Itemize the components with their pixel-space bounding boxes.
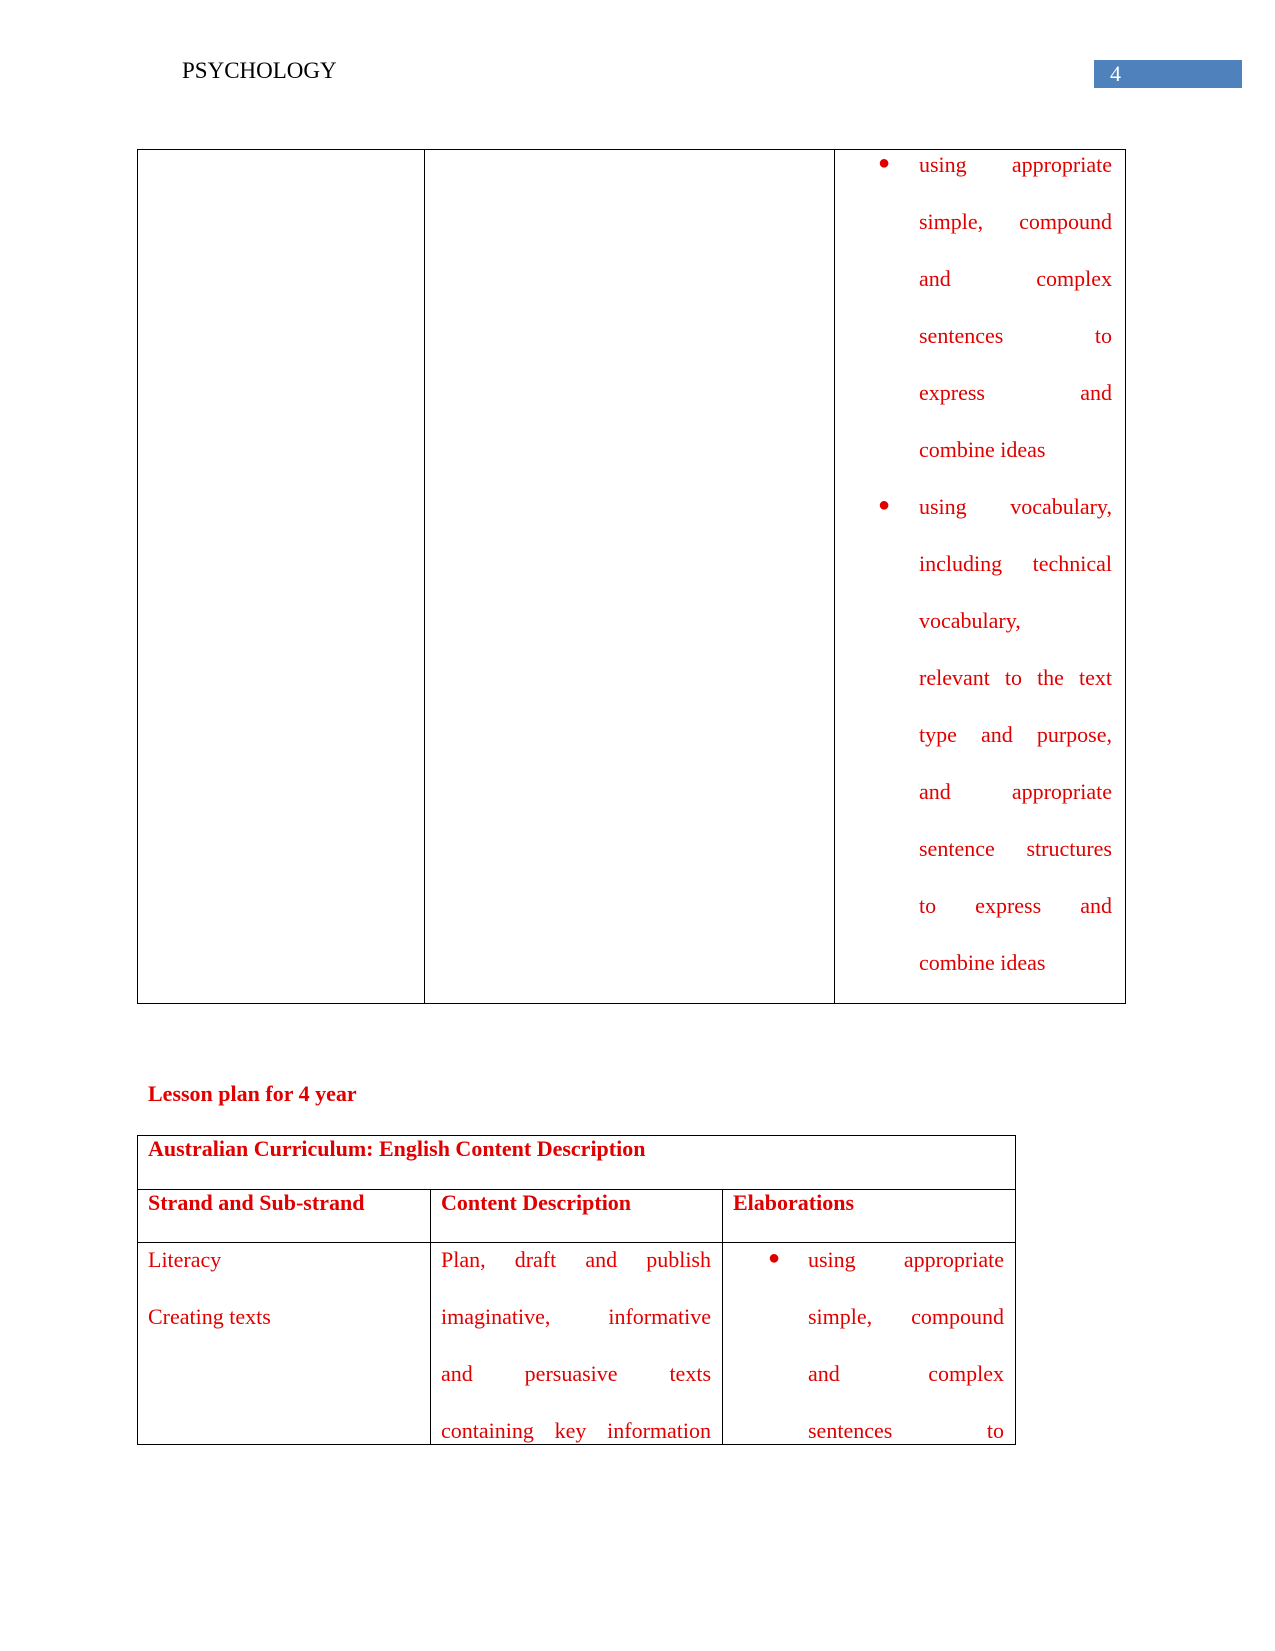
running-header: PSYCHOLOGY <box>182 58 337 83</box>
text-line: sentences to <box>919 323 1112 348</box>
text-line: sentence structures <box>919 836 1112 861</box>
text-line: combine ideas <box>919 950 1046 975</box>
text-line: to express and <box>919 893 1112 918</box>
header-content: Content Description <box>441 1190 632 1215</box>
text-line: and complex <box>919 266 1112 291</box>
text-line: vocabulary, <box>919 608 1021 633</box>
elaborations-cell: using appropriate simple, compound and com… <box>808 1244 1004 1472</box>
text-line: express and <box>919 380 1112 405</box>
text-line: using vocabulary, <box>919 494 1112 519</box>
text-line: and persuasive texts <box>441 1361 711 1386</box>
strand-text: Literacy <box>148 1247 222 1272</box>
column-divider <box>430 1189 431 1445</box>
text-line: using appropriate <box>808 1247 1004 1272</box>
substrand-text: Creating texts <box>148 1304 271 1329</box>
page-number: 4 <box>1094 60 1242 88</box>
bullet-item: using appropriate simple, compound and com… <box>919 149 1112 491</box>
lesson-title: Lesson plan for 4 year <box>148 1081 357 1106</box>
table-title: Australian Curriculum: English Content D… <box>148 1136 646 1161</box>
text-line: Plan, draft and publish <box>441 1247 711 1272</box>
text-line: type and purpose, <box>919 722 1112 747</box>
bullet-item: using vocabulary, including technical voca… <box>919 491 1112 1004</box>
row-divider <box>137 1242 1016 1243</box>
text-line: imaginative, informative <box>441 1304 711 1329</box>
content-description-cell: Plan, draft and publish imaginative, info… <box>441 1244 711 1472</box>
text-line: containing key information <box>441 1418 711 1443</box>
document-page: PSYCHOLOGY 4 ● using appropriate simple, c… <box>0 0 1275 1651</box>
bullet-icon: ● <box>878 494 891 516</box>
header-elaborations: Elaborations <box>733 1190 855 1215</box>
text-line: including technical <box>919 551 1112 576</box>
text-line: and appropriate <box>919 779 1112 804</box>
text-line: relevant to the text <box>919 665 1112 690</box>
text-line: simple, compound <box>919 209 1112 234</box>
bullet-icon: ● <box>768 1247 781 1269</box>
column-divider <box>424 149 425 1004</box>
text-line: sentences to <box>808 1418 1004 1443</box>
text-line: and complex <box>808 1361 1004 1386</box>
text-line: simple, compound <box>808 1304 1004 1329</box>
header-strand: Strand and Sub-strand <box>148 1190 365 1215</box>
column-divider <box>722 1189 723 1445</box>
text-line: combine ideas <box>919 437 1046 462</box>
column-divider <box>834 149 835 1004</box>
text-line: using appropriate <box>919 152 1112 177</box>
bullet-icon: ● <box>878 152 891 174</box>
